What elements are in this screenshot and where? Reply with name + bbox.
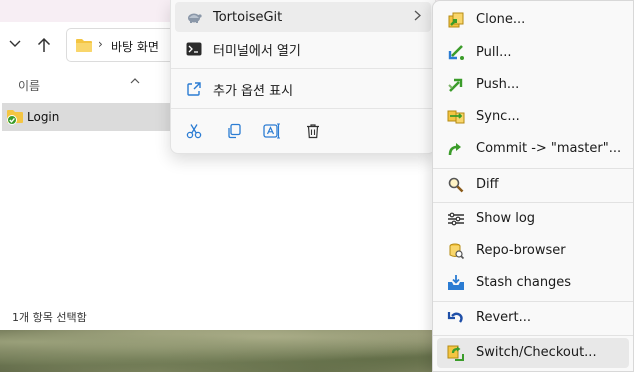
submenu-separator (433, 301, 633, 302)
submenu-item-repo-browser[interactable]: Repo-browser (437, 236, 629, 266)
status-bar-text: 1개 항목 선택함 (12, 311, 87, 324)
submenu-item-label: Diff (476, 177, 499, 192)
submenu-item-push[interactable]: Push... (437, 70, 629, 100)
submenu-item-label: Stash changes (476, 275, 572, 290)
folder-name: Login (27, 110, 60, 124)
menu-item-show-more-options[interactable]: 추가 옵션 표시 (175, 74, 431, 104)
submenu-item-label: Revert... (476, 310, 531, 325)
menu-item-label: TortoiseGit (213, 9, 283, 25)
submenu-item-clone[interactable]: Clone... (437, 5, 629, 35)
commit-icon (447, 140, 465, 158)
submenu-item-revert[interactable]: Revert... (437, 303, 629, 333)
menu-item-label: 터미널에서 열기 (213, 43, 301, 59)
submenu-item-label: Switch/Checkout... (476, 345, 597, 360)
submenu-item-commit[interactable]: Commit -> "master"... (437, 134, 629, 164)
submenu-item-label: Sync... (476, 109, 520, 124)
menu-item-tortoisegit[interactable]: TortoiseGit (175, 2, 431, 32)
terminal-icon (185, 40, 203, 58)
tortoisegit-submenu: Clone... Pull... Push... Sync... Commit … (432, 0, 634, 372)
revert-icon (447, 309, 465, 327)
diff-icon (447, 176, 465, 194)
repo-browser-icon (447, 242, 465, 260)
submenu-item-diff[interactable]: Diff (437, 170, 629, 200)
submenu-item-label: Pull... (476, 45, 512, 60)
switch-checkout-icon (447, 344, 465, 362)
submenu-item-label: Commit -> "master"... (476, 141, 622, 156)
more-options-icon (185, 80, 203, 98)
submenu-item-label: Clone... (476, 12, 526, 27)
submenu-item-stash-changes[interactable]: Stash changes (437, 268, 629, 298)
column-header-name[interactable]: 이름 (18, 77, 40, 94)
folder-icon (75, 38, 93, 57)
submenu-separator (433, 335, 633, 336)
context-menu: TortoiseGit 터미널에서 열기 추가 옵션 표시 (170, 0, 436, 154)
menu-item-open-terminal[interactable]: 터미널에서 열기 (175, 34, 431, 64)
pull-icon (447, 44, 465, 62)
submenu-separator (433, 202, 633, 203)
git-folder-icon (6, 109, 24, 129)
tortoise-icon (185, 8, 203, 26)
submenu-separator (433, 168, 633, 169)
submenu-item-switch-checkout[interactable]: Switch/Checkout... (437, 338, 629, 368)
chevron-down-icon[interactable] (7, 36, 23, 52)
delete-icon[interactable] (302, 120, 324, 142)
submenu-item-sync[interactable]: Sync... (437, 102, 629, 132)
clone-icon (447, 11, 465, 29)
log-icon (447, 210, 465, 228)
breadcrumb-path[interactable]: 바탕 화면 (111, 38, 159, 55)
menu-separator (171, 68, 435, 69)
rename-icon[interactable] (261, 120, 283, 142)
copy-icon[interactable] (223, 120, 245, 142)
push-icon (447, 76, 465, 94)
sync-icon (447, 108, 465, 126)
cut-icon[interactable] (183, 120, 205, 142)
menu-separator (171, 108, 435, 109)
chevron-right-icon (414, 10, 421, 24)
quick-action-bar (171, 114, 435, 146)
submenu-item-pull[interactable]: Pull... (437, 38, 629, 68)
submenu-item-label: Show log (476, 211, 536, 226)
submenu-item-label: Repo-browser (476, 243, 566, 258)
breadcrumb-separator: › (98, 37, 103, 51)
menu-item-label: 추가 옵션 표시 (213, 83, 294, 99)
sort-ascending-icon (130, 70, 140, 84)
submenu-item-show-log[interactable]: Show log (437, 204, 629, 234)
up-arrow-icon[interactable] (35, 36, 53, 54)
stash-icon (447, 274, 465, 292)
submenu-item-label: Push... (476, 77, 520, 92)
file-row-selected[interactable]: Login (2, 103, 174, 131)
